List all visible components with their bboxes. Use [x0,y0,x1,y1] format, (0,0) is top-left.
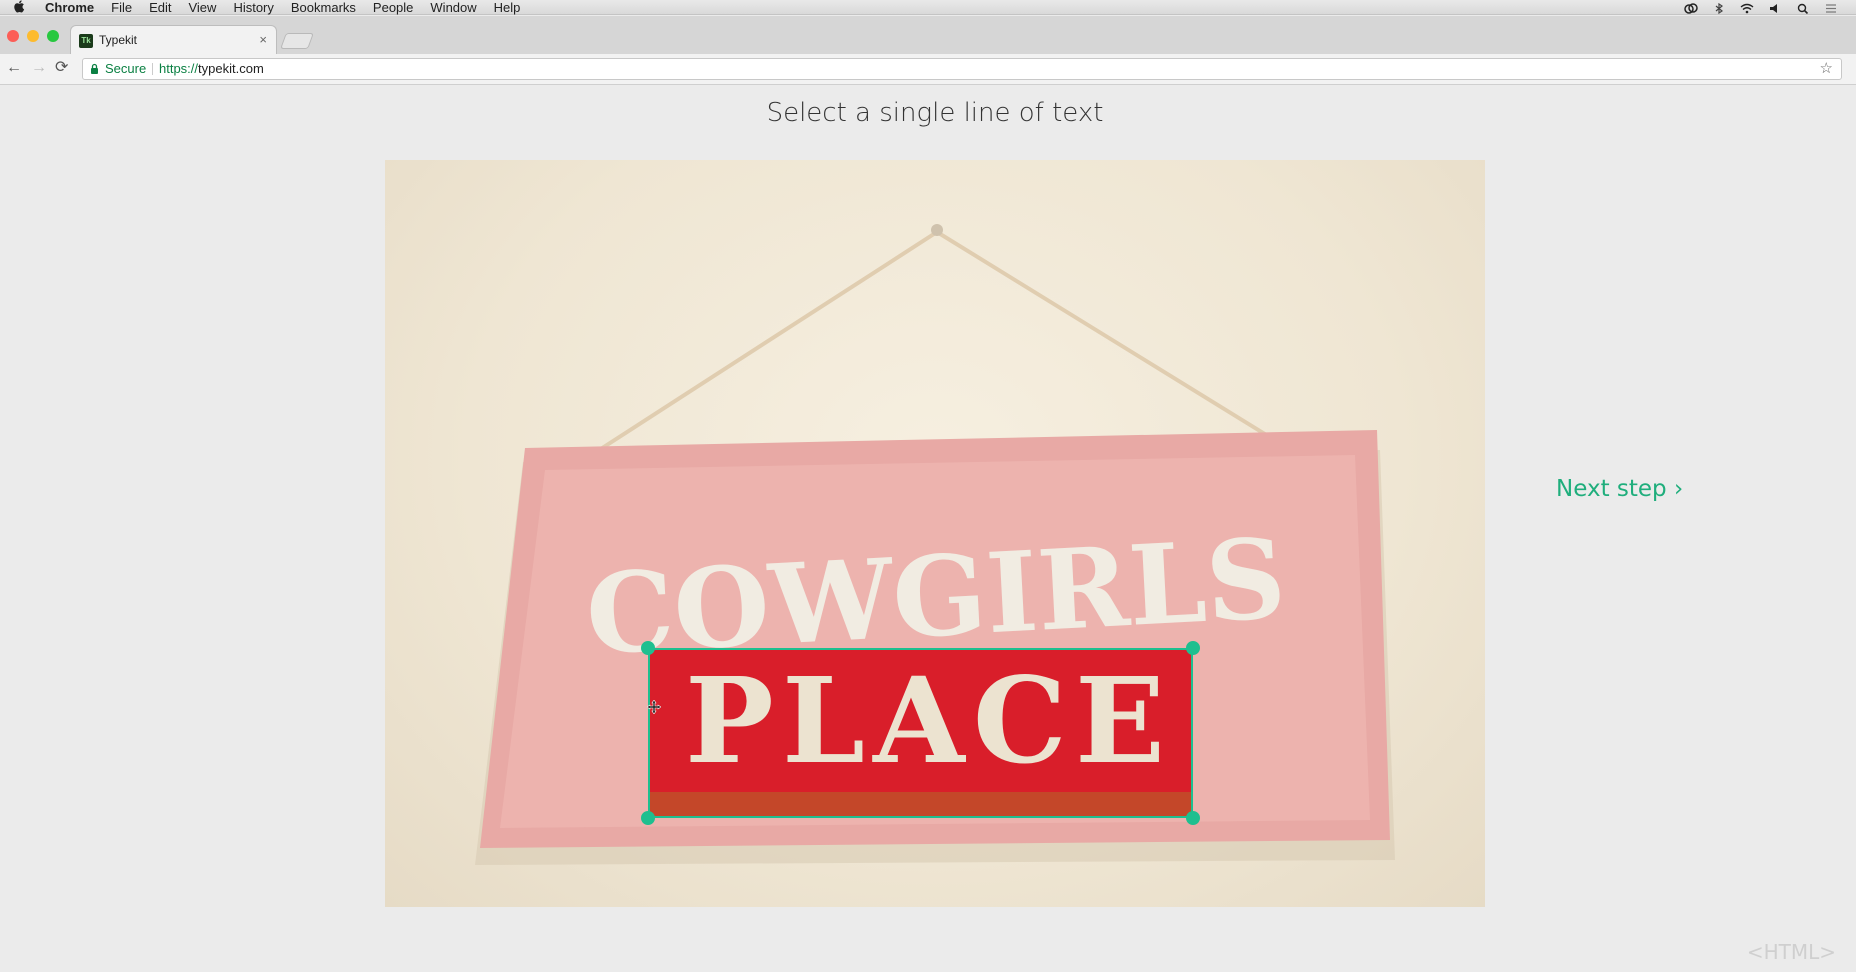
forward-arrow-icon[interactable]: → [31,59,47,77]
tab-close-icon[interactable]: × [259,32,267,47]
back-arrow-icon[interactable]: ← [6,59,22,77]
menu-edit[interactable]: Edit [149,0,171,15]
address-separator [152,63,153,75]
tab-title: Typekit [99,33,138,47]
typekit-favicon-icon: Tk [79,34,93,48]
lock-icon [90,59,99,81]
bluetooth-icon[interactable] [1712,2,1726,15]
url-scheme: https:// [159,61,199,76]
move-cursor-icon [646,699,662,717]
new-tab-button[interactable] [280,33,314,49]
page-title: Select a single line of text [766,98,1104,128]
selection-handle-top-left[interactable] [641,641,655,655]
creative-cloud-icon[interactable] [1684,2,1698,14]
menu-window[interactable]: Window [430,0,476,15]
selection-handle-top-right[interactable] [1186,641,1200,655]
menu-view[interactable]: View [188,0,216,15]
minimize-window-button[interactable] [27,30,39,42]
zoom-window-button[interactable] [47,30,59,42]
text-selection-box[interactable] [648,648,1193,818]
selection-handle-bottom-right[interactable] [1186,811,1200,825]
menu-people[interactable]: People [373,0,413,15]
macos-menu-bar: Chrome File Edit View History Bookmarks … [0,0,1856,15]
notification-center-icon[interactable] [1824,2,1838,13]
bookmark-star-icon[interactable]: ☆ [1820,59,1833,79]
apple-menu-icon[interactable] [14,0,25,16]
secure-label: Secure [105,61,147,76]
url-text[interactable]: https://typekit.com [159,59,264,79]
volume-icon[interactable] [1768,2,1782,13]
spotlight-search-icon[interactable] [1796,2,1810,15]
menu-help[interactable]: Help [494,0,521,15]
url-host: typekit.com [198,61,264,76]
menu-chrome[interactable]: Chrome [45,0,94,15]
menu-bookmarks[interactable]: Bookmarks [291,0,356,15]
address-bar[interactable]: Secure https://typekit.com ☆ [82,58,1842,80]
reload-icon[interactable]: ⟳ [55,59,68,77]
next-step-link[interactable]: Next step › [1556,476,1683,502]
menu-history[interactable]: History [233,0,273,15]
selection-handle-bottom-left[interactable] [641,811,655,825]
browser-toolbar: ← → ⟳ Secure https://typekit.com ☆ [0,54,1856,85]
watermark: <HTML> [1746,940,1836,964]
wifi-icon[interactable] [1740,2,1754,14]
browser-tab-strip: Tk Typekit × [0,16,1856,54]
close-window-button[interactable] [7,30,19,42]
menu-file[interactable]: File [111,0,132,15]
tab-typekit[interactable]: Tk Typekit × [70,25,277,54]
